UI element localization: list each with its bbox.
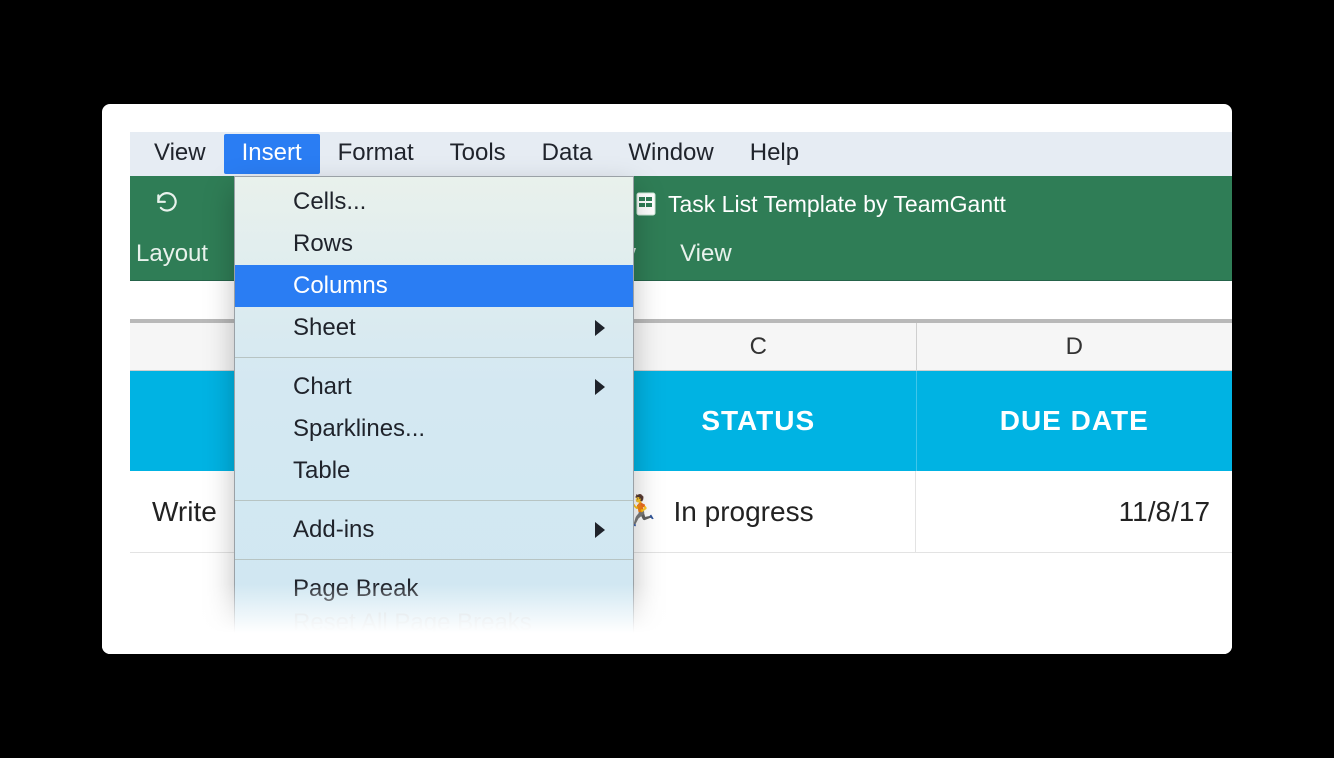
insert-columns[interactable]: Columns [235, 265, 633, 307]
cell-status-text: In progress [674, 496, 814, 528]
ribbon-tab-layout[interactable]: Layout [136, 232, 230, 276]
menu-tools[interactable]: Tools [432, 134, 524, 174]
menu-view[interactable]: View [136, 134, 224, 174]
insert-addins[interactable]: Add-ins [235, 509, 633, 551]
ribbon-tab-view[interactable]: View [658, 232, 754, 276]
table-header-status: STATUS [601, 371, 917, 471]
menu-separator [235, 500, 633, 501]
menu-separator [235, 357, 633, 358]
chevron-right-icon [595, 522, 605, 538]
insert-rows[interactable]: Rows [235, 223, 633, 265]
menu-help[interactable]: Help [732, 134, 817, 174]
cell-status[interactable]: 🏃 In progress [600, 471, 916, 553]
column-header-d[interactable]: D [917, 323, 1232, 371]
cell-due-date[interactable]: 11/8/17 [916, 471, 1232, 553]
document-title-text: Task List Template by TeamGantt [668, 191, 1006, 218]
table-header-due-date: DUE DATE [917, 371, 1232, 471]
insert-sheet[interactable]: Sheet [235, 307, 633, 349]
chevron-right-icon [595, 320, 605, 336]
insert-sparklines[interactable]: Sparklines... [235, 408, 633, 450]
document-title: Task List Template by TeamGantt [636, 191, 1006, 218]
chevron-right-icon [595, 379, 605, 395]
app-card: View Insert Format Tools Data Window Hel… [102, 104, 1232, 654]
menu-separator [235, 559, 633, 560]
app-window: View Insert Format Tools Data Window Hel… [130, 132, 1232, 654]
menu-insert[interactable]: Insert [224, 134, 320, 174]
menu-data[interactable]: Data [524, 134, 611, 174]
insert-cells[interactable]: Cells... [235, 181, 633, 223]
excel-file-icon [636, 192, 656, 216]
undo-icon[interactable] [154, 191, 180, 217]
column-header-c[interactable]: C [601, 323, 917, 371]
insert-chart[interactable]: Chart [235, 366, 633, 408]
menu-window[interactable]: Window [610, 134, 731, 174]
insert-reset-page-breaks[interactable]: Reset All Page Breaks [235, 610, 633, 632]
insert-dropdown: Cells... Rows Columns Sheet Chart Sparkl… [234, 176, 634, 639]
menubar: View Insert Format Tools Data Window Hel… [130, 132, 1232, 176]
menu-format[interactable]: Format [320, 134, 432, 174]
insert-table[interactable]: Table [235, 450, 633, 492]
insert-page-break[interactable]: Page Break [235, 568, 633, 610]
